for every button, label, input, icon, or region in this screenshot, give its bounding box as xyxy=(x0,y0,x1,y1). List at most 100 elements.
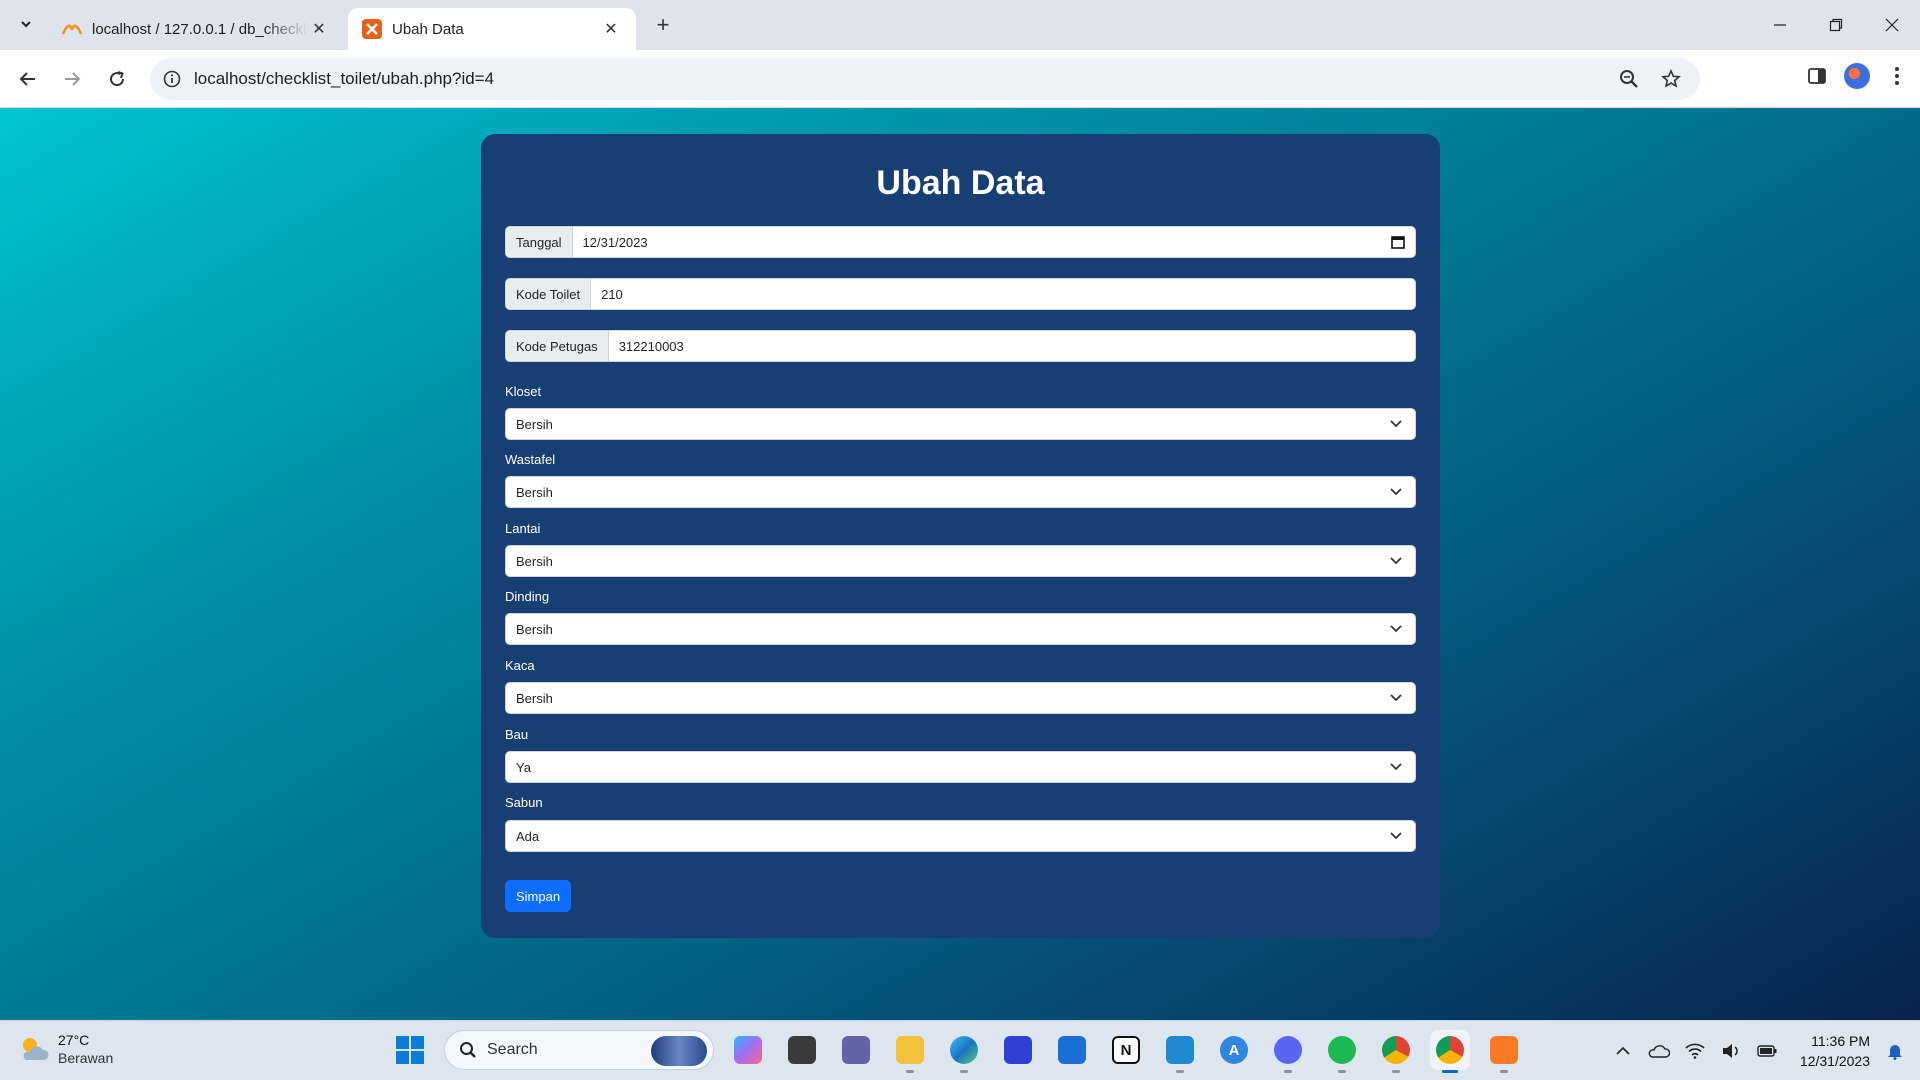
reload-button[interactable] xyxy=(101,63,133,95)
toolbar-actions xyxy=(1804,63,1920,89)
new-tab-button[interactable]: + xyxy=(650,12,676,38)
form-card: Ubah Data Tanggal 12/31/2023 Kode Toilet… xyxy=(481,134,1440,938)
teams-icon xyxy=(842,1036,870,1064)
url-text: localhost/checklist_toilet/ubah.php?id=4 xyxy=(194,69,495,88)
search-highlight-image xyxy=(651,1036,707,1066)
wifi-icon[interactable] xyxy=(1684,1040,1706,1062)
chevron-down-icon xyxy=(1389,829,1403,843)
system-tray: 11:36 PM 12/31/2023 xyxy=(1612,1021,1920,1080)
close-tab-icon[interactable]: ✕ xyxy=(600,18,622,40)
dinding-label: Dinding xyxy=(505,589,550,604)
notification-bell-icon[interactable] xyxy=(1884,1040,1906,1062)
todo-app[interactable] xyxy=(998,1030,1038,1070)
lantai-select[interactable]: Bersih xyxy=(505,545,1416,577)
store-app[interactable] xyxy=(1052,1030,1092,1070)
chevron-down-icon xyxy=(1389,622,1403,636)
kloset-label: Kloset xyxy=(505,384,542,399)
save-button[interactable]: Simpan xyxy=(505,880,572,912)
kode-toilet-value: 210 xyxy=(601,286,623,302)
bau-select[interactable]: Ya xyxy=(505,751,1416,783)
forward-button[interactable] xyxy=(56,63,88,95)
close-window-button[interactable] xyxy=(1864,0,1920,50)
kode-petugas-input[interactable]: 312210003 xyxy=(609,331,1415,361)
edge-icon xyxy=(950,1036,978,1064)
volume-icon[interactable] xyxy=(1720,1040,1742,1062)
minimize-button[interactable] xyxy=(1752,0,1808,50)
search-icon xyxy=(460,1042,476,1058)
restore-button[interactable] xyxy=(1808,0,1864,50)
tab-ubah-data[interactable]: Ubah Data ✕ xyxy=(348,8,636,50)
kloset-select[interactable]: Bersih xyxy=(505,408,1416,440)
tanggal-input[interactable]: 12/31/2023 xyxy=(573,227,1415,257)
start-button[interactable] xyxy=(390,1030,430,1070)
clock-time: 11:36 PM xyxy=(1811,1033,1870,1049)
edge-app[interactable] xyxy=(944,1030,984,1073)
chevron-down-icon xyxy=(21,21,31,28)
running-indicator xyxy=(1442,1070,1458,1073)
tanggal-label: Tanggal xyxy=(506,227,573,257)
running-indicator xyxy=(960,1070,968,1073)
kaca-select[interactable]: Bersih xyxy=(505,682,1416,714)
notion-icon: N xyxy=(1112,1036,1140,1064)
menu-kebab-icon[interactable] xyxy=(1884,63,1910,89)
notion-app[interactable]: N xyxy=(1106,1030,1146,1070)
wastafel-select[interactable]: Bersih xyxy=(505,476,1416,508)
lantai-value: Bersih xyxy=(516,553,553,569)
sabun-select[interactable]: Ada xyxy=(505,820,1416,852)
task-view-app[interactable] xyxy=(782,1030,822,1070)
calendar-icon[interactable] xyxy=(1391,235,1405,249)
taskbar-search[interactable]: Search xyxy=(444,1030,714,1070)
running-indicator xyxy=(1176,1070,1184,1073)
kode-toilet-input[interactable]: 210 xyxy=(591,279,1415,309)
bookmark-star-icon[interactable] xyxy=(1658,66,1684,92)
chrome-profile-app[interactable] xyxy=(1430,1030,1470,1073)
site-info-icon[interactable] xyxy=(150,70,194,88)
kaca-value: Bersih xyxy=(516,690,553,706)
discord-app[interactable] xyxy=(1268,1030,1308,1073)
chevron-down-icon xyxy=(1389,417,1403,431)
chrome-icon xyxy=(1382,1036,1410,1064)
dinding-value: Bersih xyxy=(516,621,553,637)
search-placeholder: Search xyxy=(487,1041,538,1058)
profile-avatar[interactable] xyxy=(1844,63,1870,89)
kode-toilet-group: Kode Toilet 210 xyxy=(505,278,1416,310)
file-explorer-app[interactable] xyxy=(890,1030,930,1073)
tab-search-button[interactable] xyxy=(12,10,40,38)
chevron-down-icon xyxy=(1389,485,1403,499)
clock[interactable]: 11:36 PM 12/31/2023 xyxy=(1800,1031,1870,1071)
chevron-up-icon[interactable] xyxy=(1612,1040,1634,1062)
kode-petugas-group: Kode Petugas 312210003 xyxy=(505,330,1416,362)
chevron-down-icon xyxy=(1389,691,1403,705)
task-view-icon xyxy=(788,1036,816,1064)
weather-widget[interactable]: 27°C Berawan xyxy=(18,1031,113,1067)
dinding-select[interactable]: Bersih xyxy=(505,613,1416,645)
lantai-label: Lantai xyxy=(505,521,541,536)
spotify-app[interactable] xyxy=(1322,1030,1362,1073)
onedrive-icon[interactable] xyxy=(1648,1040,1670,1062)
side-panel-icon[interactable] xyxy=(1804,63,1830,89)
bau-value: Ya xyxy=(516,759,531,775)
partly-cloudy-icon xyxy=(23,1038,49,1060)
copilot-app[interactable] xyxy=(728,1030,768,1070)
zoom-icon[interactable] xyxy=(1616,66,1642,92)
folder-icon xyxy=(896,1036,924,1064)
battery-icon[interactable] xyxy=(1756,1040,1778,1062)
teams-app[interactable] xyxy=(836,1030,876,1070)
arrow-right-icon xyxy=(65,72,81,86)
taskbar-apps: Search N A xyxy=(390,1030,1524,1073)
restore-icon xyxy=(1829,18,1843,32)
app-a-icon: A xyxy=(1220,1036,1248,1064)
address-bar[interactable]: localhost/checklist_toilet/ubah.php?id=4 xyxy=(150,58,1700,100)
back-button[interactable] xyxy=(12,63,44,95)
sabun-value: Ada xyxy=(516,828,540,844)
running-indicator xyxy=(1338,1070,1346,1073)
tab-phpmyadmin[interactable]: localhost / 127.0.0.1 / db_checklist ✕ xyxy=(48,8,344,50)
vscode-app[interactable] xyxy=(1160,1030,1200,1073)
sketch-app[interactable]: A xyxy=(1214,1030,1254,1070)
chrome-app[interactable] xyxy=(1376,1030,1416,1073)
xampp-app[interactable] xyxy=(1484,1030,1524,1073)
windows-logo-icon xyxy=(396,1036,424,1064)
close-tab-icon[interactable]: ✕ xyxy=(308,18,330,40)
chrome-icon xyxy=(1436,1036,1464,1064)
copilot-icon xyxy=(734,1036,762,1064)
